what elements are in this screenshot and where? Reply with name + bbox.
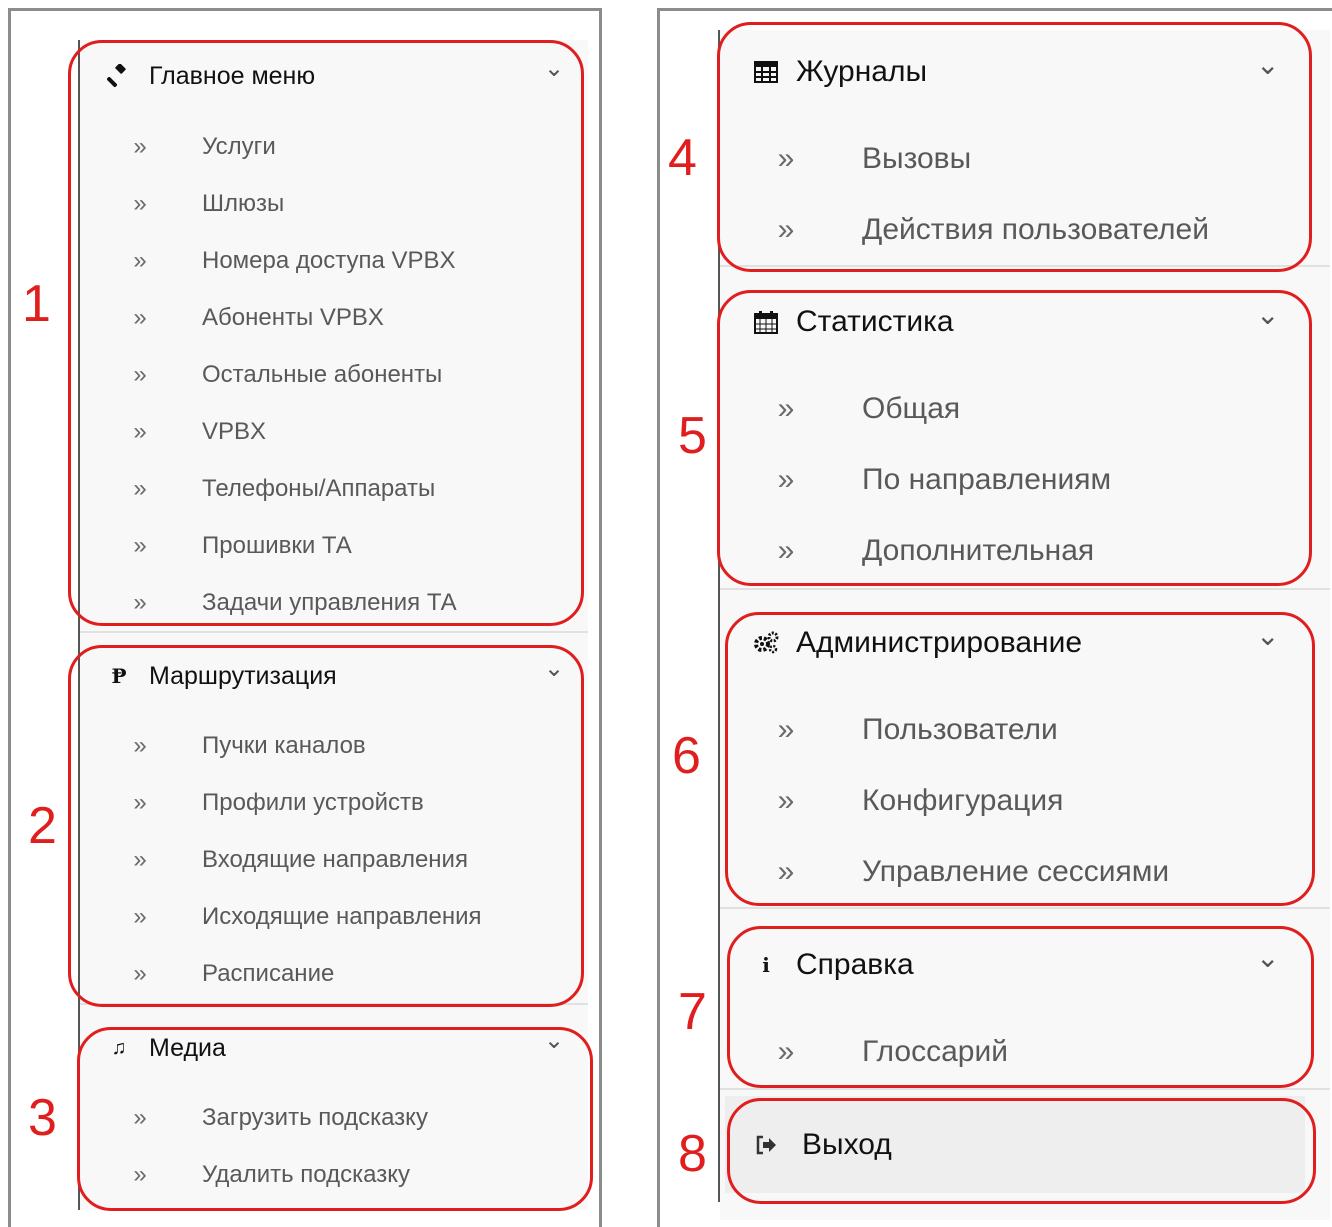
annotation-number: 5	[678, 407, 707, 465]
annotation-outline	[68, 40, 584, 626]
annotation-number: 2	[28, 797, 57, 855]
annotation-outline	[725, 612, 1315, 906]
annotation-outline	[68, 645, 584, 1007]
annotation-number: 8	[678, 1125, 707, 1183]
menu-separator	[720, 588, 1330, 590]
annotation-outline	[727, 926, 1314, 1088]
annotation-outline	[727, 1098, 1316, 1204]
menu-separator	[720, 1088, 1330, 1090]
annotation-number: 6	[672, 727, 701, 785]
menu-separator	[720, 907, 1330, 909]
annotation-number: 1	[22, 275, 51, 333]
annotation-outline	[77, 1027, 593, 1211]
annotation-number: 4	[668, 129, 697, 187]
annotation-outline	[717, 22, 1312, 272]
annotation-number: 3	[28, 1089, 57, 1147]
annotation-number: 7	[678, 983, 707, 1041]
annotation-outline	[717, 290, 1312, 586]
menu-separator	[80, 631, 588, 633]
